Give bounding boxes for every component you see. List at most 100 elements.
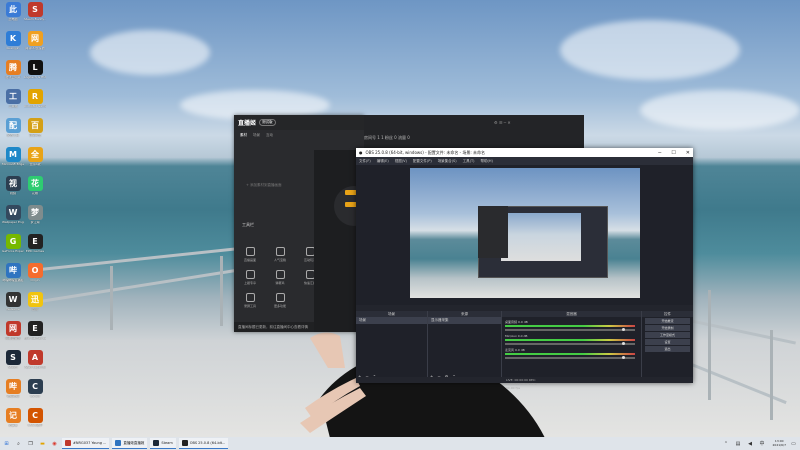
desktop-icon[interactable]: 腾腾讯云网关 [2,60,24,80]
obs-menu-item[interactable]: 文件(F) [359,159,371,164]
obs-menu-item[interactable]: 帮助(H) [481,159,493,164]
network-icon[interactable]: ▤ [734,439,743,448]
slider-handle[interactable] [622,342,625,345]
obs-preview[interactable] [356,165,693,305]
desktop-icon[interactable]: L Logitech G HUB [24,60,46,80]
livehime-tool[interactable]: 直播画面 [238,247,262,262]
scene-item[interactable]: 场景 [356,317,427,324]
livehime-header-icons[interactable]: ⚙ ☰ ─ ✕ [494,120,511,125]
desktop-icon[interactable]: EEpic Games Launcher [24,321,46,341]
desktop-icon[interactable]: 花花椒 [24,176,46,196]
music-icon: 全 [27,147,43,162]
desktop-icon[interactable]: 工工具箱 [2,89,24,109]
volume-slider[interactable] [505,342,635,345]
obs-menu-item[interactable]: 编辑(E) [377,159,389,164]
obs-menu-item[interactable]: 配置文件(P) [413,159,432,164]
obs-menu-item[interactable]: 工具(T) [463,159,475,164]
desktop-icon[interactable]: K Kuangjin [2,31,24,51]
livehime-empty-hint[interactable]: + 添加素材到直播画面 [246,183,282,188]
desktop-icon[interactable]: 网网易UU加速器 [24,31,46,51]
obs-menu-item[interactable]: 视图(V) [395,159,407,164]
taskbar-app[interactable]: #NRG037 Young ... [62,438,110,449]
desktop-icon[interactable]: 哔哔哩哔哩 [2,379,24,399]
desktop-icon-label: GeForce Experience [2,250,24,253]
chrome-icon[interactable]: ◉ [50,439,59,448]
desktop-icon-label: Rockstar Games [24,105,46,108]
desktop-icon[interactable]: 全全民K歌 [24,147,46,167]
obs-control-button[interactable]: 工作室模式 [645,332,690,338]
taskbar-app-label: 直播姬直播姬 [123,440,145,445]
search-icon[interactable]: ⌕ [14,439,23,448]
controls-dock-title: 控件 [642,311,693,317]
desktop-icon[interactable]: 梦梦江湖 [24,205,46,225]
livehime-tool[interactable]: 弹幕鸡 [268,270,292,285]
maximize-icon[interactable]: ☐ [671,150,675,156]
desktop-icon[interactable]: A Apex Legends [24,350,46,370]
minimize-icon[interactable]: ─ [658,150,661,156]
obs-control-button[interactable]: 退出 [645,346,690,352]
game-icon: 梦 [27,205,43,220]
tool-label: 直播画面 [243,258,256,262]
desktop-icon-label: Steam [8,366,18,369]
desktop-icon[interactable]: O Origin [24,263,46,283]
obs-window[interactable]: ● OBS 25.0.8 (64-bit, windows) - 配置文件: 未… [356,148,693,390]
desktop-icon[interactable]: WWallpaper Engine [2,205,24,225]
livehime-tab[interactable]: 互动 [266,133,273,138]
livehime-tool[interactable]: 人气宝箱 [268,247,292,262]
desktop-icon[interactable]: S Steam Buddy… [24,2,46,22]
livehime-tab[interactable]: 素材 [240,133,247,138]
desktop-icon[interactable]: 网网易云音乐 [2,321,24,341]
slider-handle[interactable] [622,328,625,331]
input-method-icon[interactable]: 中 [758,439,767,448]
notification-icon[interactable]: ▭ [789,439,798,448]
tool-icon [275,270,285,279]
close-icon[interactable]: ✕ [686,150,690,156]
taskbar-app[interactable]: 直播姬直播姬 [112,438,148,449]
desktop-icon[interactable]: E EPIC Games [24,234,46,254]
obs-preview-canvas[interactable] [410,168,640,298]
desktop-icon[interactable]: W WeGame [2,292,24,312]
origin-icon: O [27,263,43,278]
obs-control-button[interactable]: 设置 [645,339,690,345]
file-explorer-icon[interactable]: ▬ [38,439,47,448]
volume-icon[interactable]: ◀ [746,439,755,448]
taskbar-app[interactable]: Steam [150,438,176,449]
obs-control-button[interactable]: 开始推流 [645,318,690,324]
apex-icon: A [27,350,43,365]
desktop-icon[interactable]: 配配置工具 [2,118,24,138]
desktop-icon-label: Microsoft Edge [2,163,24,166]
taskbar-clock[interactable]: 13:00 2021/6/7 [773,439,786,447]
obs-menu-item[interactable]: 场景集合(S) [438,159,457,164]
windows-start-icon[interactable]: ⊞ [2,439,11,448]
livehime-tool[interactable]: 上舰专享 [238,270,262,285]
desktop-icon[interactable]: 哔哔哩哔哩直播姬 [2,263,24,283]
task-view-icon[interactable]: ❐ [26,439,35,448]
source-item[interactable]: 显示器采集 [428,317,501,324]
taskbar-app[interactable]: OBS 25.0.8 (64-bit... [178,438,229,449]
desktop-icon[interactable]: 记记事本 [2,408,24,428]
volume-slider[interactable] [505,356,635,359]
app-icon [65,440,71,446]
desktop-icon[interactable]: 迅迅雷 [24,292,46,312]
livehime-tool[interactable]: 更多功能 [268,293,292,308]
desktop-icon[interactable]: GGeForce Experience [2,234,24,254]
slider-handle[interactable] [622,356,625,359]
livehime-tab[interactable]: 场景 [253,133,260,138]
volume-slider[interactable] [505,328,635,331]
desktop-icon[interactable]: R Rockstar Games [24,89,46,109]
desktop-icon-label: 哔哩哔哩 [6,395,19,398]
obs-menubar: 文件(F) 编辑(E) 视图(V) 配置文件(P) 场景集合(S) 工具(T) 帮助(H) [356,157,693,165]
obs-control-button[interactable]: 开始录制 [645,325,690,331]
livehime-tool[interactable]: 录屏工具 [238,293,262,308]
desktop-icon[interactable]: M Microsoft Edge [2,147,24,167]
tool-label: 上舰专享 [243,281,256,285]
desktop-icon[interactable]: C CS:GO [24,379,46,399]
desktop-icon-label: EPIC Games [25,250,45,253]
desktop-icon[interactable]: S Steam [2,350,24,370]
desktop-icon[interactable]: 视视频 [2,176,24,196]
rockstar-icon: R [27,89,43,104]
chevron-up-icon[interactable]: ⌃ [722,439,731,448]
desktop-icon[interactable]: C CSGO助手 [24,408,46,428]
desktop-icon[interactable]: 此此电脑 [2,2,24,22]
desktop-icon[interactable]: 百百度网盘 [24,118,46,138]
